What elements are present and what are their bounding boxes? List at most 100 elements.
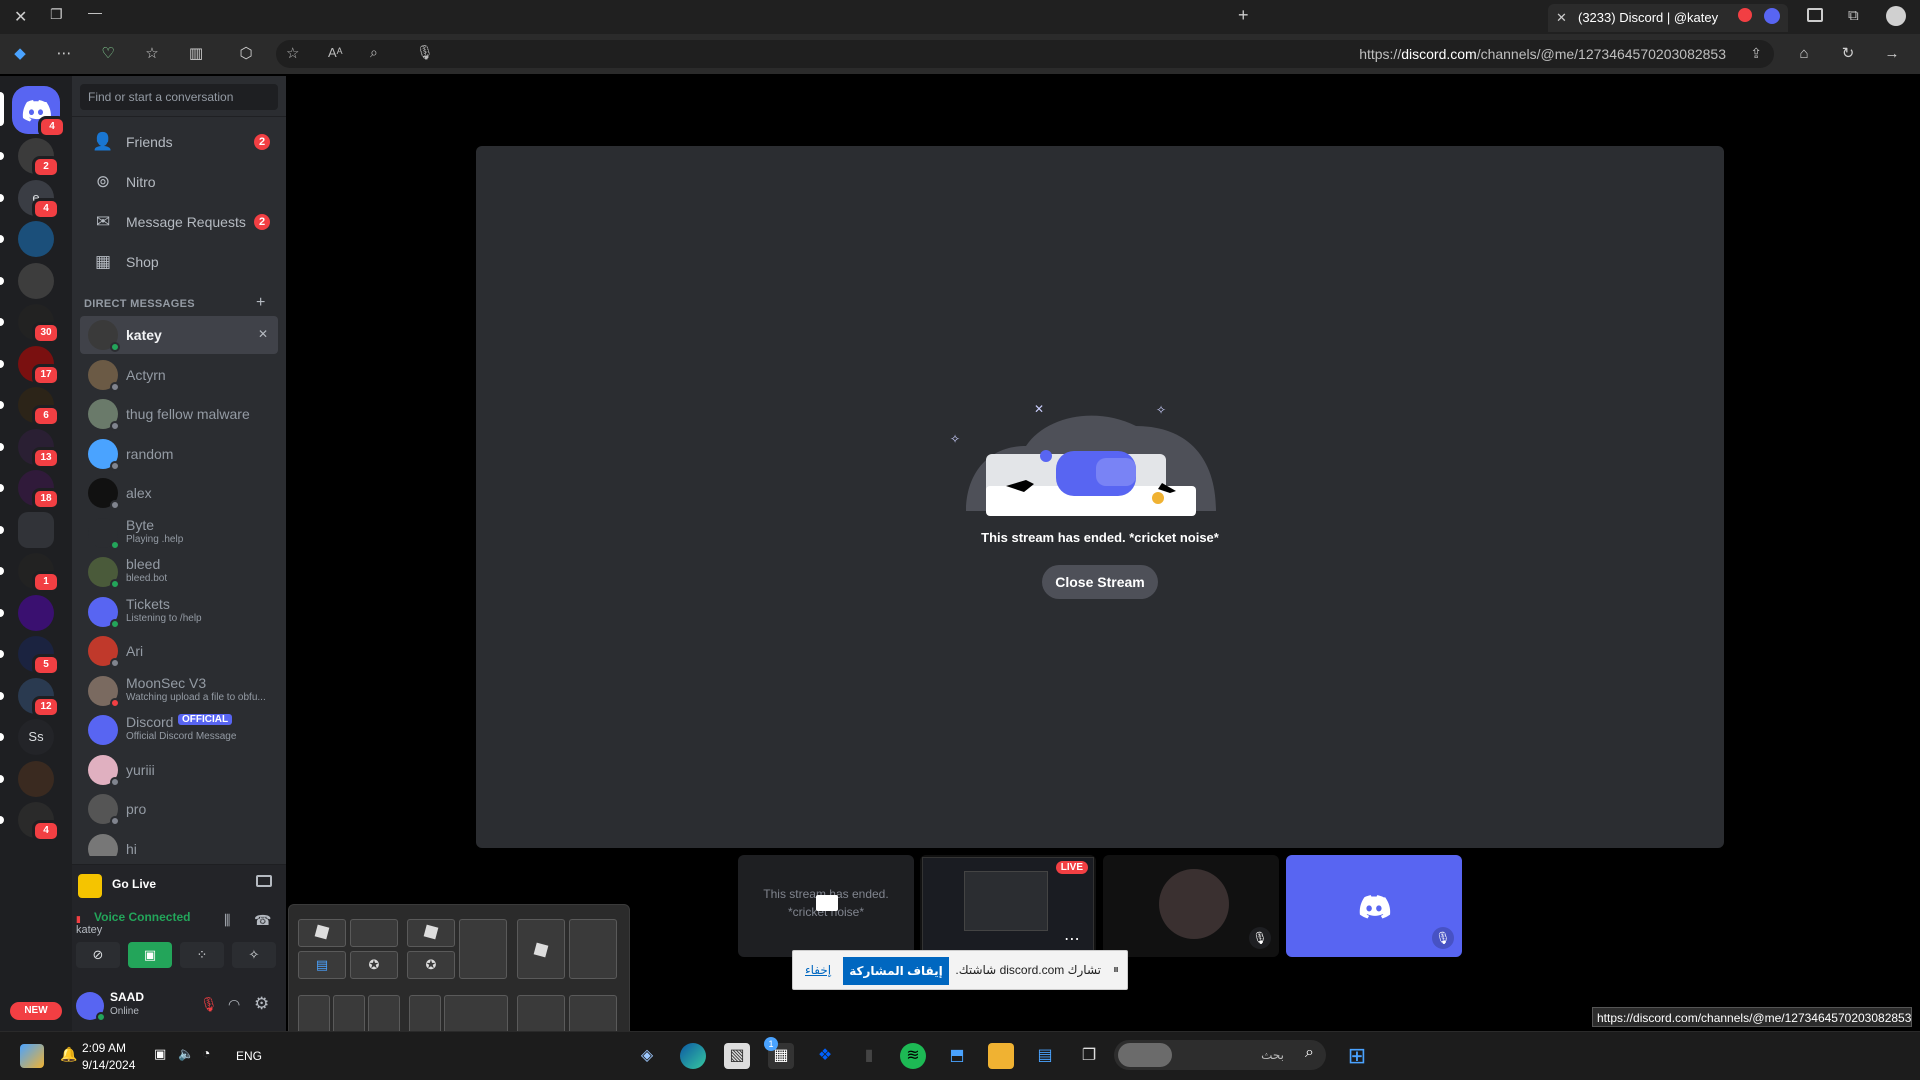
server-icon[interactable]: Ss <box>18 719 54 755</box>
tab-discord[interactable]: ✕ (3233) Discord | @katey <box>1548 4 1788 32</box>
snap-zone[interactable]: ▤ <box>298 951 346 979</box>
virtualbox-icon[interactable]: ◈ <box>634 1043 660 1069</box>
dm-item[interactable]: Tickets Listening to /help <box>80 593 278 631</box>
noise-suppression-icon[interactable]: ⫼ <box>224 912 230 929</box>
snap-zone[interactable] <box>407 919 455 947</box>
dm-item[interactable]: alex <box>80 474 278 512</box>
server-icon[interactable]: 2 <box>18 138 60 178</box>
server-icon[interactable] <box>18 511 54 548</box>
dm-item[interactable]: Ari <box>80 632 278 670</box>
dm-item[interactable]: Discord OFFICIAL Official Discord Message <box>80 711 278 749</box>
dm-item[interactable]: thug fellow malware <box>80 395 278 433</box>
server-icon[interactable] <box>18 221 54 257</box>
dropbox-icon[interactable]: ❖ <box>812 1043 838 1069</box>
deafen-icon[interactable]: ◠ <box>228 996 240 1013</box>
go-live-screen-icon[interactable] <box>256 875 272 887</box>
favorites-icon[interactable]: ☆ <box>142 44 162 64</box>
snap-zone[interactable] <box>350 919 398 947</box>
nav-shop[interactable]: ▦ Shop <box>80 244 278 280</box>
notepad-icon[interactable]: ▤ <box>1032 1043 1058 1069</box>
snap-zone[interactable] <box>459 919 507 979</box>
server-icon[interactable]: 1 <box>18 553 60 593</box>
extensions-icon[interactable]: ⬡ <box>236 44 256 64</box>
create-dm-icon[interactable]: + <box>256 294 265 312</box>
mic-icon[interactable]: 🎙 <box>416 44 434 61</box>
share-icon[interactable]: ⇪ <box>1750 45 1762 62</box>
snap-zone[interactable] <box>298 919 346 947</box>
new-tab-icon[interactable]: + <box>1238 5 1249 26</box>
server-icon[interactable]: 6 <box>18 387 60 427</box>
close-tab-icon[interactable]: ✕ <box>1556 10 1567 26</box>
dm-item[interactable]: yuriii <box>80 751 278 789</box>
file-explorer-icon[interactable] <box>988 1043 1014 1069</box>
profile-icon[interactable] <box>1886 6 1906 26</box>
server-icon[interactable] <box>18 760 54 797</box>
nav-nitro[interactable]: ⊚ Nitro <box>80 164 278 200</box>
dm-item[interactable]: random <box>80 435 278 473</box>
server-icon[interactable]: 18 <box>18 470 60 510</box>
address-bar[interactable]: ☆ Aᴬ ⌕ 🎙 https://discord.com/channels/@m… <box>276 40 1774 68</box>
notification-icon[interactable]: 🔔 <box>60 1046 77 1063</box>
edge-icon[interactable] <box>680 1043 706 1069</box>
close-stream-button[interactable]: Close Stream <box>1042 565 1158 599</box>
clock-date[interactable]: 9/14/2024 <box>82 1058 135 1072</box>
mute-icon[interactable]: 🎙 <box>200 996 218 1013</box>
go-live-bar[interactable]: Go Live <box>72 864 286 904</box>
nav-message-requests[interactable]: ✉ Message Requests 2 <box>80 204 278 240</box>
snap-zone[interactable] <box>517 919 565 979</box>
minimize-window-icon[interactable]: — <box>88 4 102 20</box>
ended-stream-tile[interactable]: This stream has ended. *cricket noise* <box>738 855 914 957</box>
start-icon[interactable]: ⊞ <box>1344 1043 1370 1069</box>
search-input[interactable]: Find or start a conversation <box>80 84 278 110</box>
copilot-icon[interactable]: ◆ <box>10 44 30 64</box>
stop-sharing-button[interactable]: إيقاف المشاركة <box>843 957 949 985</box>
snap-zone[interactable]: ✪ <box>407 951 455 979</box>
clock-time[interactable]: 2:09 AM <box>82 1041 126 1055</box>
nav-friends[interactable]: 👤 Friends 2 <box>80 124 278 160</box>
task-view-icon[interactable]: ❐ <box>1076 1043 1102 1069</box>
user-tile[interactable]: 🎙 <box>1286 855 1462 957</box>
settings-icon[interactable]: ⚙ <box>254 994 269 1014</box>
dm-item[interactable]: hi <box>80 830 278 856</box>
refresh-icon[interactable]: ↻ <box>1838 44 1858 64</box>
server-icon[interactable]: 12 <box>18 677 60 718</box>
app2-icon[interactable]: ⬒ <box>944 1043 970 1069</box>
dm-item[interactable]: MoonSec V3 Watching upload a file to obfu… <box>80 672 278 710</box>
voice-status[interactable]: Voice Connected <box>94 910 190 924</box>
new-label[interactable]: NEW <box>10 1002 62 1020</box>
volume-icon[interactable]: 🔈 <box>178 1046 194 1062</box>
tab-actions-icon[interactable] <box>1807 8 1823 22</box>
server-icon[interactable]: 13 <box>18 428 60 469</box>
app-icon[interactable]: ▧ <box>724 1043 750 1069</box>
voice-channel[interactable]: katey <box>76 924 102 936</box>
drag-handle-icon[interactable]: ⏸ <box>1113 962 1119 977</box>
split-screen-icon[interactable]: ▥ <box>186 44 206 64</box>
close-window-icon[interactable]: ✕ <box>14 7 27 27</box>
wifi-icon[interactable]: ◔ <box>202 1045 210 1061</box>
mouse-app-icon[interactable]: ▮ <box>856 1043 882 1069</box>
server-icon[interactable] <box>18 262 54 299</box>
dm-item[interactable]: Byte Playing .help <box>80 514 278 552</box>
spotify-icon[interactable]: ≋ <box>900 1043 926 1069</box>
screen-share-button[interactable]: ▣ <box>128 942 172 968</box>
camera-button[interactable]: ⊘ <box>76 942 120 968</box>
dm-item[interactable]: bleed bleed.bot <box>80 553 278 591</box>
heart-icon[interactable]: ♡ <box>98 44 118 64</box>
favorite-star-icon[interactable]: ☆ <box>286 44 299 62</box>
server-icon[interactable]: 17 <box>18 345 60 386</box>
dm-item[interactable]: pro <box>80 790 278 828</box>
dm-item[interactable]: katey ✕ <box>80 316 278 354</box>
dm-item[interactable]: Actyrn <box>80 356 278 394</box>
server-icon[interactable]: 4 <box>18 802 60 842</box>
extension-icon[interactable] <box>1764 8 1780 24</box>
soundboard-button[interactable]: ✧ <box>232 942 276 968</box>
collections-icon[interactable]: ⧉ <box>1848 7 1859 24</box>
camera-tray-icon[interactable]: ▣ <box>154 1046 166 1062</box>
snap-zone[interactable]: ✪ <box>350 951 398 979</box>
forward-icon[interactable]: → <box>1882 44 1902 64</box>
camera-tile[interactable]: 🎙 <box>1103 855 1279 957</box>
language-indicator[interactable]: ENG <box>236 1049 262 1063</box>
close-dm-icon[interactable]: ✕ <box>258 327 268 341</box>
taskbar-search[interactable]: بحث ⌕ <box>1114 1040 1326 1070</box>
record-icon[interactable] <box>1738 8 1752 22</box>
